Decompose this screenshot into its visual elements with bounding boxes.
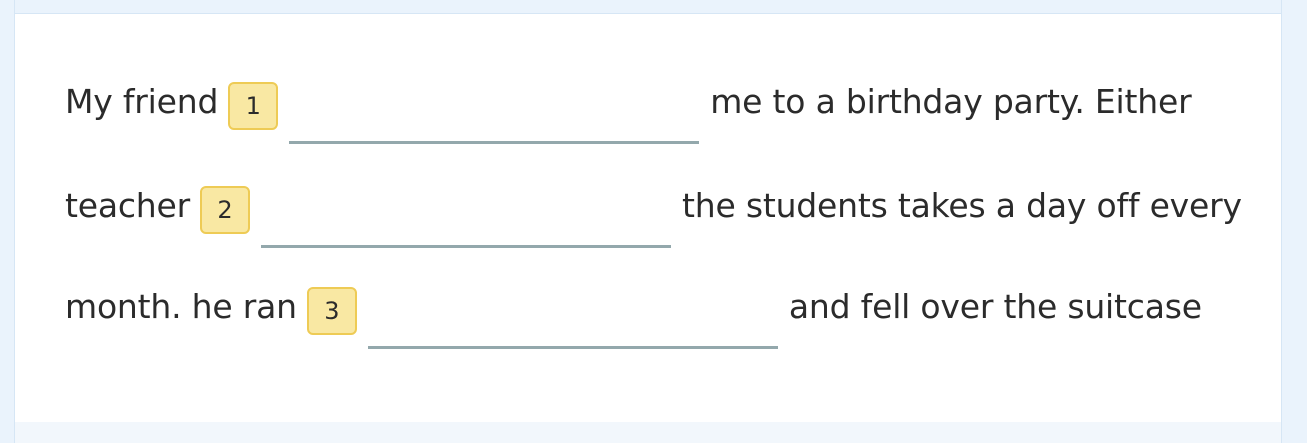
sentence-line-3: month. he ran 3 and fell over the suitca…	[65, 287, 1202, 349]
text-after-blank-3: and fell over the suitcase	[788, 287, 1202, 326]
answer-blank-3[interactable]	[367, 287, 778, 349]
blank-number-badge-2: 2	[200, 186, 250, 234]
blank-number-badge-1: 1	[228, 82, 279, 130]
text-after-blank-1: me to a birthday party. Either	[710, 82, 1192, 121]
text-before-blank-3: month. he ran	[65, 287, 297, 326]
blank-number-badge-3: 3	[306, 287, 357, 335]
answer-blank-2[interactable]	[261, 186, 671, 248]
text-after-blank-2: the students takes a day off every	[682, 186, 1242, 225]
text-before-blank-1: My friend	[65, 82, 219, 121]
bottom-panel-edge	[14, 422, 1282, 443]
text-before-blank-2: teacher	[65, 186, 190, 225]
sentence-line-1: My friend 1 me to a birthday party. Eith…	[65, 82, 1192, 144]
answer-blank-1[interactable]	[289, 82, 700, 144]
fill-in-the-blank-card: My friend 1 me to a birthday party. Eith…	[14, 14, 1282, 422]
sentence-line-2: teacher 2 the students takes a day off e…	[65, 186, 1242, 248]
top-panel-edge	[14, 0, 1282, 14]
